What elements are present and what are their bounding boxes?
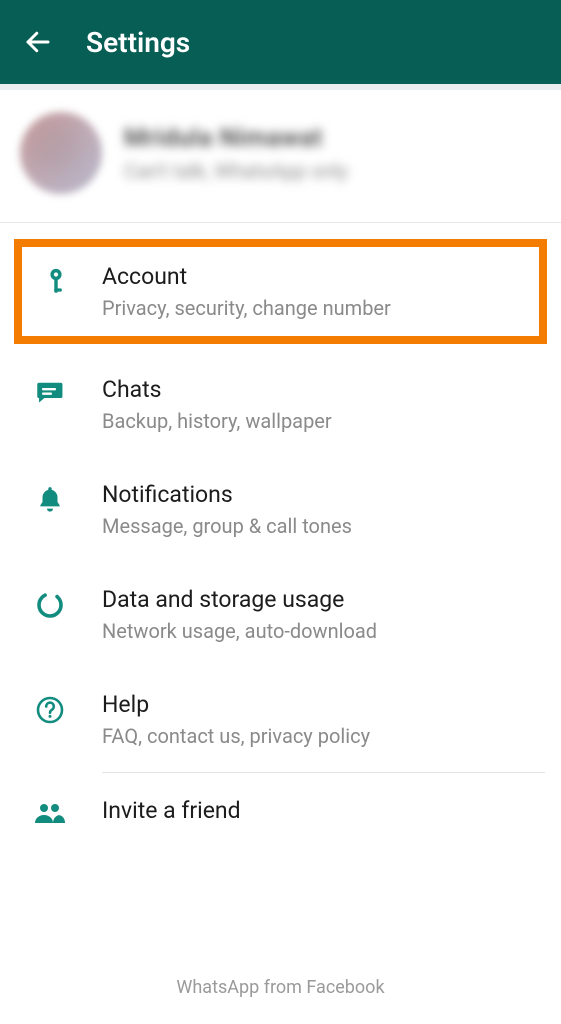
bell-icon [24,481,76,515]
item-title: Chats [102,376,332,403]
item-subtitle: Message, group & call tones [102,514,352,538]
chat-icon [24,376,76,406]
avatar [20,112,102,194]
settings-item-help[interactable]: Help FAQ, contact us, privacy policy [0,667,561,772]
settings-item-invite[interactable]: Invite a friend [0,773,561,851]
item-title: Invite a friend [102,797,241,824]
data-usage-icon [24,586,76,620]
item-subtitle: Privacy, security, change number [102,296,391,320]
arrow-back-icon [23,27,53,57]
back-button[interactable] [18,22,58,62]
people-icon [24,797,76,827]
item-subtitle: Backup, history, wallpaper [102,409,332,433]
settings-item-account[interactable]: Account Privacy, security, change number [14,239,547,344]
settings-item-notifications[interactable]: Notifications Message, group & call tone… [0,457,561,562]
item-title: Notifications [102,481,352,508]
footer-text: WhatsApp from Facebook [0,977,561,1024]
settings-item-chats[interactable]: Chats Backup, history, wallpaper [0,352,561,457]
key-icon [32,263,80,297]
page-title: Settings [86,26,190,59]
profile-status: Can't talk, WhatsApp only [124,159,348,183]
profile-text: Mridula Nimawat Can't talk, WhatsApp onl… [124,124,348,183]
item-title: Help [102,691,370,718]
item-title: Account [102,263,391,290]
profile-row[interactable]: Mridula Nimawat Can't talk, WhatsApp onl… [0,90,561,223]
item-subtitle: Network usage, auto-download [102,619,377,643]
settings-item-data-usage[interactable]: Data and storage usage Network usage, au… [0,562,561,667]
app-bar: Settings [0,0,561,84]
item-subtitle: FAQ, contact us, privacy policy [102,724,370,748]
profile-name: Mridula Nimawat [124,124,348,153]
item-title: Data and storage usage [102,586,377,613]
settings-screen: Settings Mridula Nimawat Can't talk, Wha… [0,0,561,1024]
help-icon [24,691,76,725]
settings-list: Account Privacy, security, change number… [0,223,561,977]
